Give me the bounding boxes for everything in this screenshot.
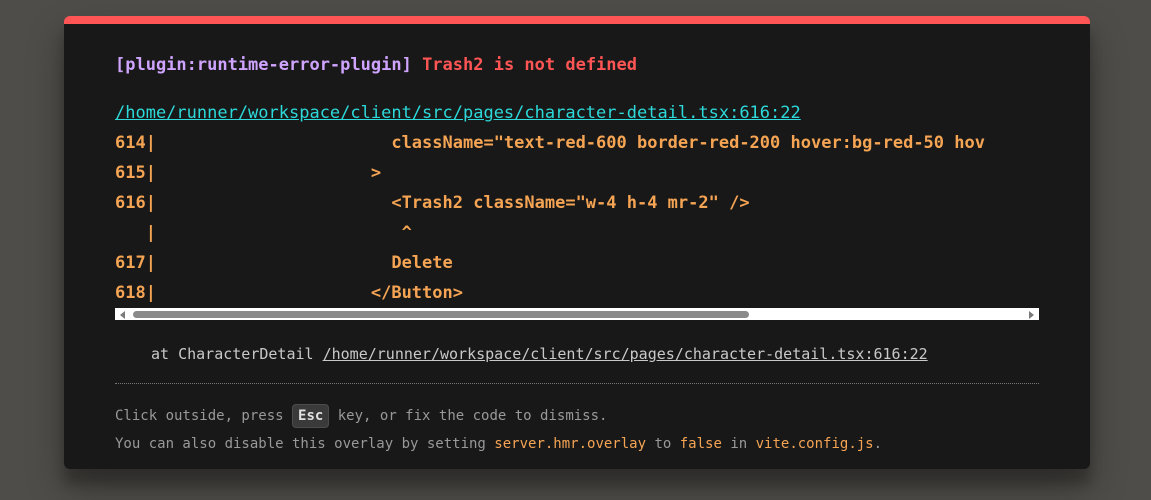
config-key: server.hmr.overlay: [494, 436, 647, 452]
code-frame-lines: 614| className="text-red-600 border-red-…: [115, 128, 1039, 308]
plugin-name: [plugin:runtime-error-plugin]: [115, 55, 412, 75]
config-file: vite.config.js: [755, 436, 874, 452]
error-message: [plugin:runtime-error-plugin] Trash2 is …: [115, 54, 637, 76]
code-line: 618| </Button>: [115, 283, 463, 303]
stack-trace: at CharacterDetail /home/runner/workspac…: [151, 344, 928, 364]
scroll-left-arrow-icon[interactable]: [120, 311, 125, 319]
stack-file-link[interactable]: /home/runner/workspace/client/src/pages/…: [323, 345, 928, 363]
tip-line2-to: to: [646, 436, 680, 452]
scroll-right-arrow-icon[interactable]: [1029, 311, 1034, 319]
stack-prefix: at CharacterDetail: [151, 345, 323, 363]
error-overlay-window: [plugin:runtime-error-plugin] Trash2 is …: [64, 16, 1090, 469]
error-file-link[interactable]: /home/runner/workspace/client/src/pages/…: [115, 102, 801, 124]
scrollbar-thumb[interactable]: [133, 311, 749, 318]
code-line-caret: | ^: [115, 223, 412, 243]
tip-line2-end: .: [873, 436, 883, 452]
code-line: 614| className="text-red-600 border-red-…: [115, 133, 985, 153]
code-frame: 614| className="text-red-600 border-red-…: [115, 128, 1039, 320]
divider: [115, 383, 1039, 384]
code-line: 615| >: [115, 163, 382, 183]
error-message-text: Trash2 is not defined: [422, 55, 637, 75]
esc-key-badge: Esc: [292, 404, 330, 428]
tip-line1-start: Click outside, press: [115, 408, 293, 424]
horizontal-scrollbar[interactable]: [115, 308, 1039, 320]
tip-line2-start: You can also disable this overlay by set…: [115, 436, 495, 452]
tip-line1-end: key, or fix the code to dismiss.: [329, 408, 608, 424]
code-line: 616| <Trash2 className="w-4 h-4 mr-2" />: [115, 193, 750, 213]
code-line: 617| Delete: [115, 253, 453, 273]
tip-line2-in: in: [721, 436, 756, 452]
false-value: false: [679, 436, 722, 452]
dismiss-tip: Click outside, press Esc key, or fix the…: [115, 402, 882, 458]
